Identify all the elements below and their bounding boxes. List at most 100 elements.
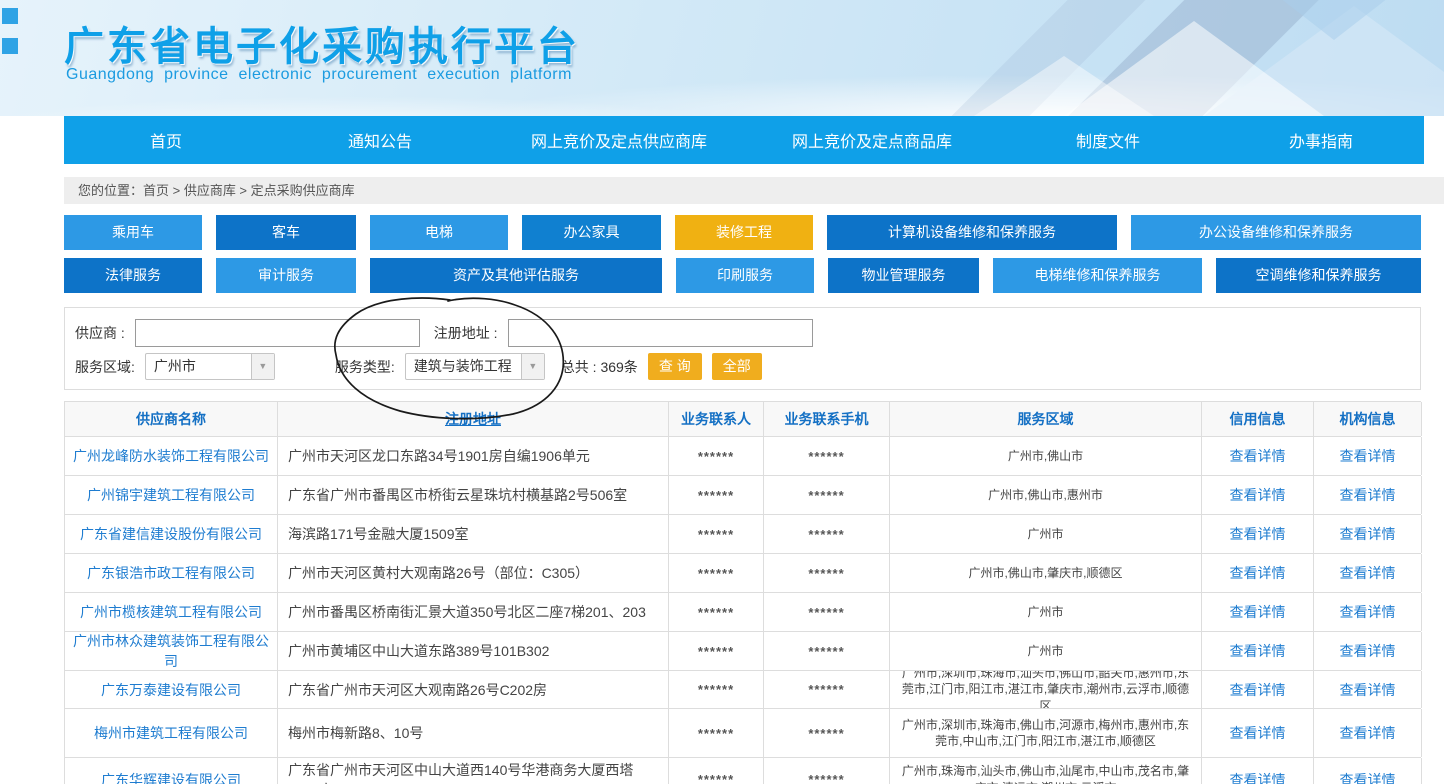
- supplier-name-link[interactable]: 广州市林众建筑装饰工程有限公司: [71, 632, 271, 670]
- registered-address-text: 梅州市梅新路8、10号: [288, 723, 423, 743]
- table-row: 广东华辉建设有限公司 广东省广州市天河区中山大道西140号华港商务大厦西塔220…: [65, 758, 1421, 784]
- masked-contact-text: ******: [698, 644, 734, 659]
- header-registered-address-sort-link[interactable]: 注册地址: [445, 409, 501, 429]
- credit-detail-link[interactable]: 查看详情: [1230, 723, 1286, 743]
- chevron-down-icon[interactable]: ▼: [251, 354, 274, 379]
- org-detail-link[interactable]: 查看详情: [1340, 723, 1396, 743]
- supplier-name-link[interactable]: 广东省建信建设股份有限公司: [80, 524, 262, 544]
- registered-address-text: 广东省广州市天河区大观南路26号C202房: [288, 680, 547, 700]
- supplier-name-link[interactable]: 广东华辉建设有限公司: [101, 770, 241, 784]
- category-elevator-maintenance[interactable]: 电梯维修和保养服务: [993, 258, 1202, 293]
- nav-item-policy-documents[interactable]: 制度文件: [998, 116, 1218, 164]
- category-aircon-maintenance[interactable]: 空调维修和保养服务: [1216, 258, 1421, 293]
- registered-address-text: 广州市天河区龙口东路34号1901房自编1906单元: [288, 446, 590, 466]
- credit-info-cell: 查看详情: [1202, 671, 1314, 708]
- service-region-cell: 广州市,深圳市,珠海市,汕头市,佛山市,韶关市,惠州市,东莞市,江门市,阳江市,…: [890, 671, 1202, 708]
- business-contact-cell: ******: [669, 671, 764, 708]
- masked-phone-text: ******: [808, 566, 844, 581]
- org-info-cell: 查看详情: [1314, 515, 1422, 553]
- business-phone-cell: ******: [764, 515, 890, 553]
- query-button[interactable]: 查 询: [648, 353, 702, 380]
- business-contact-cell: ******: [669, 554, 764, 592]
- supplier-name-link[interactable]: 广州锦宇建筑工程有限公司: [87, 485, 255, 505]
- supplier-name-cell: 广东银浩市政工程有限公司: [65, 554, 278, 592]
- table-row: 广州锦宇建筑工程有限公司 广东省广州市番禺区市桥街云星珠坑村横基路2号506室 …: [65, 476, 1421, 515]
- credit-detail-link[interactable]: 查看详情: [1230, 485, 1286, 505]
- registered-address-text: 广东省广州市天河区中山大道西140号华港商务大厦西塔2206室: [288, 760, 662, 784]
- all-button[interactable]: 全部: [712, 353, 762, 380]
- supplier-name-link[interactable]: 广东万泰建设有限公司: [101, 680, 241, 700]
- chevron-down-icon[interactable]: ▼: [521, 354, 544, 379]
- category-decoration-engineering-selected[interactable]: 装修工程: [675, 215, 813, 250]
- registered-address-label: 注册地址 :: [434, 323, 498, 343]
- category-asset-valuation-services[interactable]: 资产及其他评估服务: [370, 258, 662, 293]
- org-detail-link[interactable]: 查看详情: [1340, 485, 1396, 505]
- nav-item-service-guide[interactable]: 办事指南: [1218, 116, 1424, 164]
- table-row: 广州龙峰防水装饰工程有限公司 广州市天河区龙口东路34号1901房自编1906单…: [65, 437, 1421, 476]
- masked-phone-text: ******: [808, 682, 844, 697]
- service-region-text: 广州市: [1027, 526, 1063, 542]
- page-header: 广东省电子化采购执行平台 Guangdong province electron…: [0, 0, 1444, 116]
- nav-item-supplier-library[interactable]: 网上竞价及定点供应商库: [492, 116, 746, 164]
- category-office-equipment-maintenance[interactable]: 办公设备维修和保养服务: [1131, 215, 1421, 250]
- masked-contact-text: ******: [698, 449, 734, 464]
- service-type-value: 建筑与装饰工程: [406, 354, 521, 379]
- credit-detail-link[interactable]: 查看详情: [1230, 602, 1286, 622]
- business-phone-cell: ******: [764, 476, 890, 514]
- masked-phone-text: ******: [808, 605, 844, 620]
- business-phone-cell: ******: [764, 437, 890, 475]
- table-body: 广州龙峰防水装饰工程有限公司 广州市天河区龙口东路34号1901房自编1906单…: [65, 437, 1421, 784]
- credit-detail-link[interactable]: 查看详情: [1230, 680, 1286, 700]
- credit-detail-link[interactable]: 查看详情: [1230, 524, 1286, 544]
- org-info-cell: 查看详情: [1314, 554, 1422, 592]
- org-detail-link[interactable]: 查看详情: [1340, 563, 1396, 583]
- registered-address-input[interactable]: [508, 319, 813, 347]
- registered-address-text: 广东省广州市番禺区市桥街云星珠坑村横基路2号506室: [288, 485, 627, 505]
- mountain-triangle-decoration: [1244, 0, 1424, 40]
- credit-detail-link[interactable]: 查看详情: [1230, 770, 1286, 784]
- supplier-name-link[interactable]: 梅州市建筑工程有限公司: [94, 723, 248, 743]
- category-printing-services[interactable]: 印刷服务: [676, 258, 814, 293]
- nav-item-home[interactable]: 首页: [64, 116, 268, 164]
- category-legal-services[interactable]: 法律服务: [64, 258, 202, 293]
- business-contact-cell: ******: [669, 709, 764, 757]
- masked-phone-text: ******: [808, 527, 844, 542]
- category-property-management[interactable]: 物业管理服务: [828, 258, 979, 293]
- org-detail-link[interactable]: 查看详情: [1340, 446, 1396, 466]
- service-region-label: 服务区域:: [75, 357, 135, 377]
- service-region-text: 广州市,深圳市,珠海市,汕头市,佛山市,韶关市,惠州市,东莞市,江门市,阳江市,…: [896, 671, 1195, 708]
- category-elevator[interactable]: 电梯: [370, 215, 508, 250]
- header-supplier-name: 供应商名称: [65, 402, 278, 436]
- nav-item-notices[interactable]: 通知公告: [268, 116, 492, 164]
- supplier-name-link[interactable]: 广州市榄核建筑工程有限公司: [80, 602, 262, 622]
- supplier-name-link[interactable]: 广东银浩市政工程有限公司: [87, 563, 255, 583]
- org-detail-link[interactable]: 查看详情: [1340, 770, 1396, 784]
- table-row: 广州市林众建筑装饰工程有限公司 广州市黄埔区中山大道东路389号101B302 …: [65, 632, 1421, 671]
- header-credit-info: 信用信息: [1202, 402, 1314, 436]
- org-detail-link[interactable]: 查看详情: [1340, 524, 1396, 544]
- service-region-text: 广州市,佛山市,惠州市: [988, 487, 1103, 503]
- registered-address-cell: 广州市番禺区桥南街汇景大道350号北区二座7梯201、203: [278, 593, 669, 631]
- supplier-name-cell: 梅州市建筑工程有限公司: [65, 709, 278, 757]
- org-info-cell: 查看详情: [1314, 758, 1422, 784]
- org-detail-link[interactable]: 查看详情: [1340, 602, 1396, 622]
- category-office-furniture[interactable]: 办公家具: [522, 215, 661, 250]
- service-region-select[interactable]: 广州市 ▼: [145, 353, 275, 380]
- category-bus[interactable]: 客车: [216, 215, 356, 250]
- org-detail-link[interactable]: 查看详情: [1340, 680, 1396, 700]
- supplier-name-link[interactable]: 广州龙峰防水装饰工程有限公司: [73, 446, 269, 466]
- registered-address-cell: 广州市天河区龙口东路34号1901房自编1906单元: [278, 437, 669, 475]
- credit-detail-link[interactable]: 查看详情: [1230, 641, 1286, 661]
- category-audit-services[interactable]: 审计服务: [216, 258, 356, 293]
- supplier-input[interactable]: [135, 319, 420, 347]
- nav-item-product-library[interactable]: 网上竞价及定点商品库: [746, 116, 998, 164]
- category-passenger-car[interactable]: 乘用车: [64, 215, 202, 250]
- masked-contact-text: ******: [698, 726, 734, 741]
- supplier-name-cell: 广州市榄核建筑工程有限公司: [65, 593, 278, 631]
- category-computer-maintenance[interactable]: 计算机设备维修和保养服务: [827, 215, 1117, 250]
- table-row: 梅州市建筑工程有限公司 梅州市梅新路8、10号 ****** ****** 广州…: [65, 709, 1421, 758]
- service-type-select[interactable]: 建筑与装饰工程 ▼: [405, 353, 545, 380]
- credit-detail-link[interactable]: 查看详情: [1230, 446, 1286, 466]
- org-detail-link[interactable]: 查看详情: [1340, 641, 1396, 661]
- credit-detail-link[interactable]: 查看详情: [1230, 563, 1286, 583]
